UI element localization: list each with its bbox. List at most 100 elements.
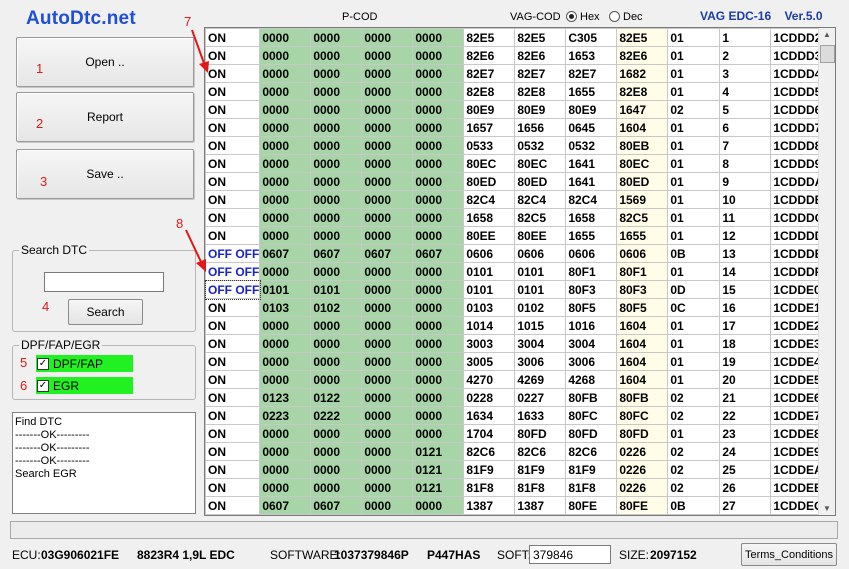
table-cell[interactable]: ON: [205, 316, 261, 335]
table-cell[interactable]: 0D: [667, 280, 721, 299]
table-cell[interactable]: 1CDDE3: [770, 334, 825, 353]
table-row[interactable]: ON 0000 0000 0000 0000 82C4 82C4 82C4 1569 01 10 1C…: [205, 190, 825, 209]
table-cell[interactable]: 82E7: [514, 64, 567, 83]
table-cell[interactable]: 80FE: [565, 496, 618, 515]
table-cell[interactable]: 1569: [616, 190, 669, 209]
table-cell[interactable]: ON: [205, 370, 261, 389]
table-cell[interactable]: ON: [205, 334, 261, 353]
table-cell[interactable]: 1CDDE0: [770, 280, 825, 299]
table-cell[interactable]: 0228: [463, 388, 516, 407]
table-cell[interactable]: 0000: [412, 388, 465, 407]
table-cell[interactable]: 1CDDDA: [770, 172, 825, 191]
table-cell[interactable]: 80FB: [616, 388, 669, 407]
table-cell[interactable]: 01: [667, 226, 721, 245]
table-cell[interactable]: 0000: [259, 262, 312, 281]
table-row[interactable]: ON 0123 0122 0000 0000 0228 0227 80FB 80FB 02 21 1C…: [205, 388, 825, 407]
table-cell[interactable]: 0B: [667, 244, 721, 263]
table-cell[interactable]: 1658: [463, 208, 516, 227]
table-cell[interactable]: 6: [719, 118, 772, 137]
table-cell[interactable]: ON: [205, 352, 261, 371]
table-cell[interactable]: 0000: [259, 442, 312, 461]
table-row[interactable]: ON 0000 0000 0000 0000 4270 4269 4268 1604 01 20 1C…: [205, 370, 825, 389]
table-cell[interactable]: 82C6: [514, 442, 567, 461]
table-cell[interactable]: 0000: [259, 100, 312, 119]
table-cell[interactable]: 0000: [361, 478, 414, 497]
scroll-up-icon[interactable]: ▲: [823, 30, 831, 39]
table-row[interactable]: ON 0000 0000 0000 0000 0533 0532 0532 80EB 01 7 1CD…: [205, 136, 825, 155]
table-row[interactable]: ON 0000 0000 0000 0000 82E7 82E7 82E7 1682 01 3 1CD…: [205, 64, 825, 83]
table-cell[interactable]: 1014: [463, 316, 516, 335]
table-cell[interactable]: 0000: [361, 190, 414, 209]
table-cell[interactable]: ON: [205, 496, 261, 515]
table-cell[interactable]: 82C4: [514, 190, 567, 209]
table-cell[interactable]: 11: [719, 208, 772, 227]
table-cell[interactable]: 80E9: [565, 100, 618, 119]
table-cell[interactable]: 0000: [412, 226, 465, 245]
table-cell[interactable]: 0102: [310, 298, 363, 317]
table-cell[interactable]: 3003: [463, 334, 516, 353]
table-cell[interactable]: 0607: [361, 244, 414, 263]
table-cell[interactable]: 0226: [616, 460, 669, 479]
table-cell[interactable]: 02: [667, 478, 721, 497]
table-cell[interactable]: 19: [719, 352, 772, 371]
table-cell[interactable]: 27: [719, 496, 772, 515]
table-cell[interactable]: 1CDDD4: [770, 64, 825, 83]
table-cell[interactable]: 24: [719, 442, 772, 461]
table-cell[interactable]: 0000: [259, 208, 312, 227]
table-cell[interactable]: 0533: [463, 136, 516, 155]
table-cell[interactable]: ON: [205, 298, 261, 317]
table-cell[interactable]: 0000: [310, 64, 363, 83]
table-cell[interactable]: 0000: [412, 406, 465, 425]
table-cell[interactable]: 01: [667, 82, 721, 101]
table-cell[interactable]: 0000: [259, 28, 312, 47]
table-row[interactable]: OFF OFF 0000 0000 0000 0000 0101 0101 80F1 80F1 0…: [205, 262, 825, 281]
table-cell[interactable]: 82C5: [616, 208, 669, 227]
table-cell[interactable]: 02: [667, 442, 721, 461]
table-cell[interactable]: 0000: [361, 262, 414, 281]
table-cell[interactable]: 1387: [463, 496, 516, 515]
table-cell[interactable]: 10: [719, 190, 772, 209]
table-cell[interactable]: 80F3: [616, 280, 669, 299]
table-cell[interactable]: ON: [205, 64, 261, 83]
table-cell[interactable]: 80F1: [565, 262, 618, 281]
table-cell[interactable]: 2: [719, 46, 772, 65]
table-cell[interactable]: 02: [667, 100, 721, 119]
table-cell[interactable]: 0000: [259, 316, 312, 335]
table-cell[interactable]: 0000: [310, 118, 363, 137]
table-cell[interactable]: 0000: [361, 28, 414, 47]
table-cell[interactable]: 0000: [310, 334, 363, 353]
table-row[interactable]: ON 0223 0222 0000 0000 1634 1633 80FC 80FC 02 22 1C…: [205, 406, 825, 425]
table-cell[interactable]: 0000: [361, 226, 414, 245]
table-cell[interactable]: 1604: [616, 316, 669, 335]
table-cell[interactable]: ON: [205, 154, 261, 173]
table-cell[interactable]: 0000: [412, 118, 465, 137]
table-cell[interactable]: 01: [667, 352, 721, 371]
table-cell[interactable]: 0606: [565, 244, 618, 263]
table-cell[interactable]: 1CDDE6: [770, 388, 825, 407]
table-row[interactable]: ON 0607 0607 0000 0000 1387 1387 80FE 80FE 0B 27 1C…: [205, 496, 825, 515]
table-cell[interactable]: 0000: [310, 190, 363, 209]
table-cell[interactable]: 80ED: [616, 172, 669, 191]
table-cell[interactable]: 0000: [361, 298, 414, 317]
table-cell[interactable]: 0122: [310, 388, 363, 407]
table-cell[interactable]: 0000: [310, 28, 363, 47]
table-cell[interactable]: 80E9: [514, 100, 567, 119]
table-cell[interactable]: 0607: [310, 496, 363, 515]
table-cell[interactable]: 1CDDDD: [770, 226, 825, 245]
table-cell[interactable]: 8: [719, 154, 772, 173]
table-row[interactable]: ON 0103 0102 0000 0000 0103 0102 80F5 80F5 0C 16 1C…: [205, 298, 825, 317]
table-cell[interactable]: 82E5: [463, 28, 516, 47]
table-cell[interactable]: 01: [667, 118, 721, 137]
table-cell[interactable]: OFF OFF: [205, 279, 261, 300]
table-row[interactable]: OFF OFF 0101 0101 0000 0000 0101 0101 80F3 80F3 0…: [205, 279, 825, 300]
table-cell[interactable]: 0222: [310, 406, 363, 425]
table-cell[interactable]: 0607: [259, 496, 312, 515]
table-cell[interactable]: ON: [205, 190, 261, 209]
table-cell[interactable]: 1CDDEC: [770, 496, 825, 515]
table-cell[interactable]: 1647: [616, 100, 669, 119]
table-cell[interactable]: 0000: [412, 28, 465, 47]
log-box[interactable]: Find DTC -------OK--------- -------OK---…: [12, 412, 196, 514]
table-cell[interactable]: 1CDDEA: [770, 460, 825, 479]
table-cell[interactable]: 1015: [514, 316, 567, 335]
table-cell[interactable]: 01: [667, 154, 721, 173]
